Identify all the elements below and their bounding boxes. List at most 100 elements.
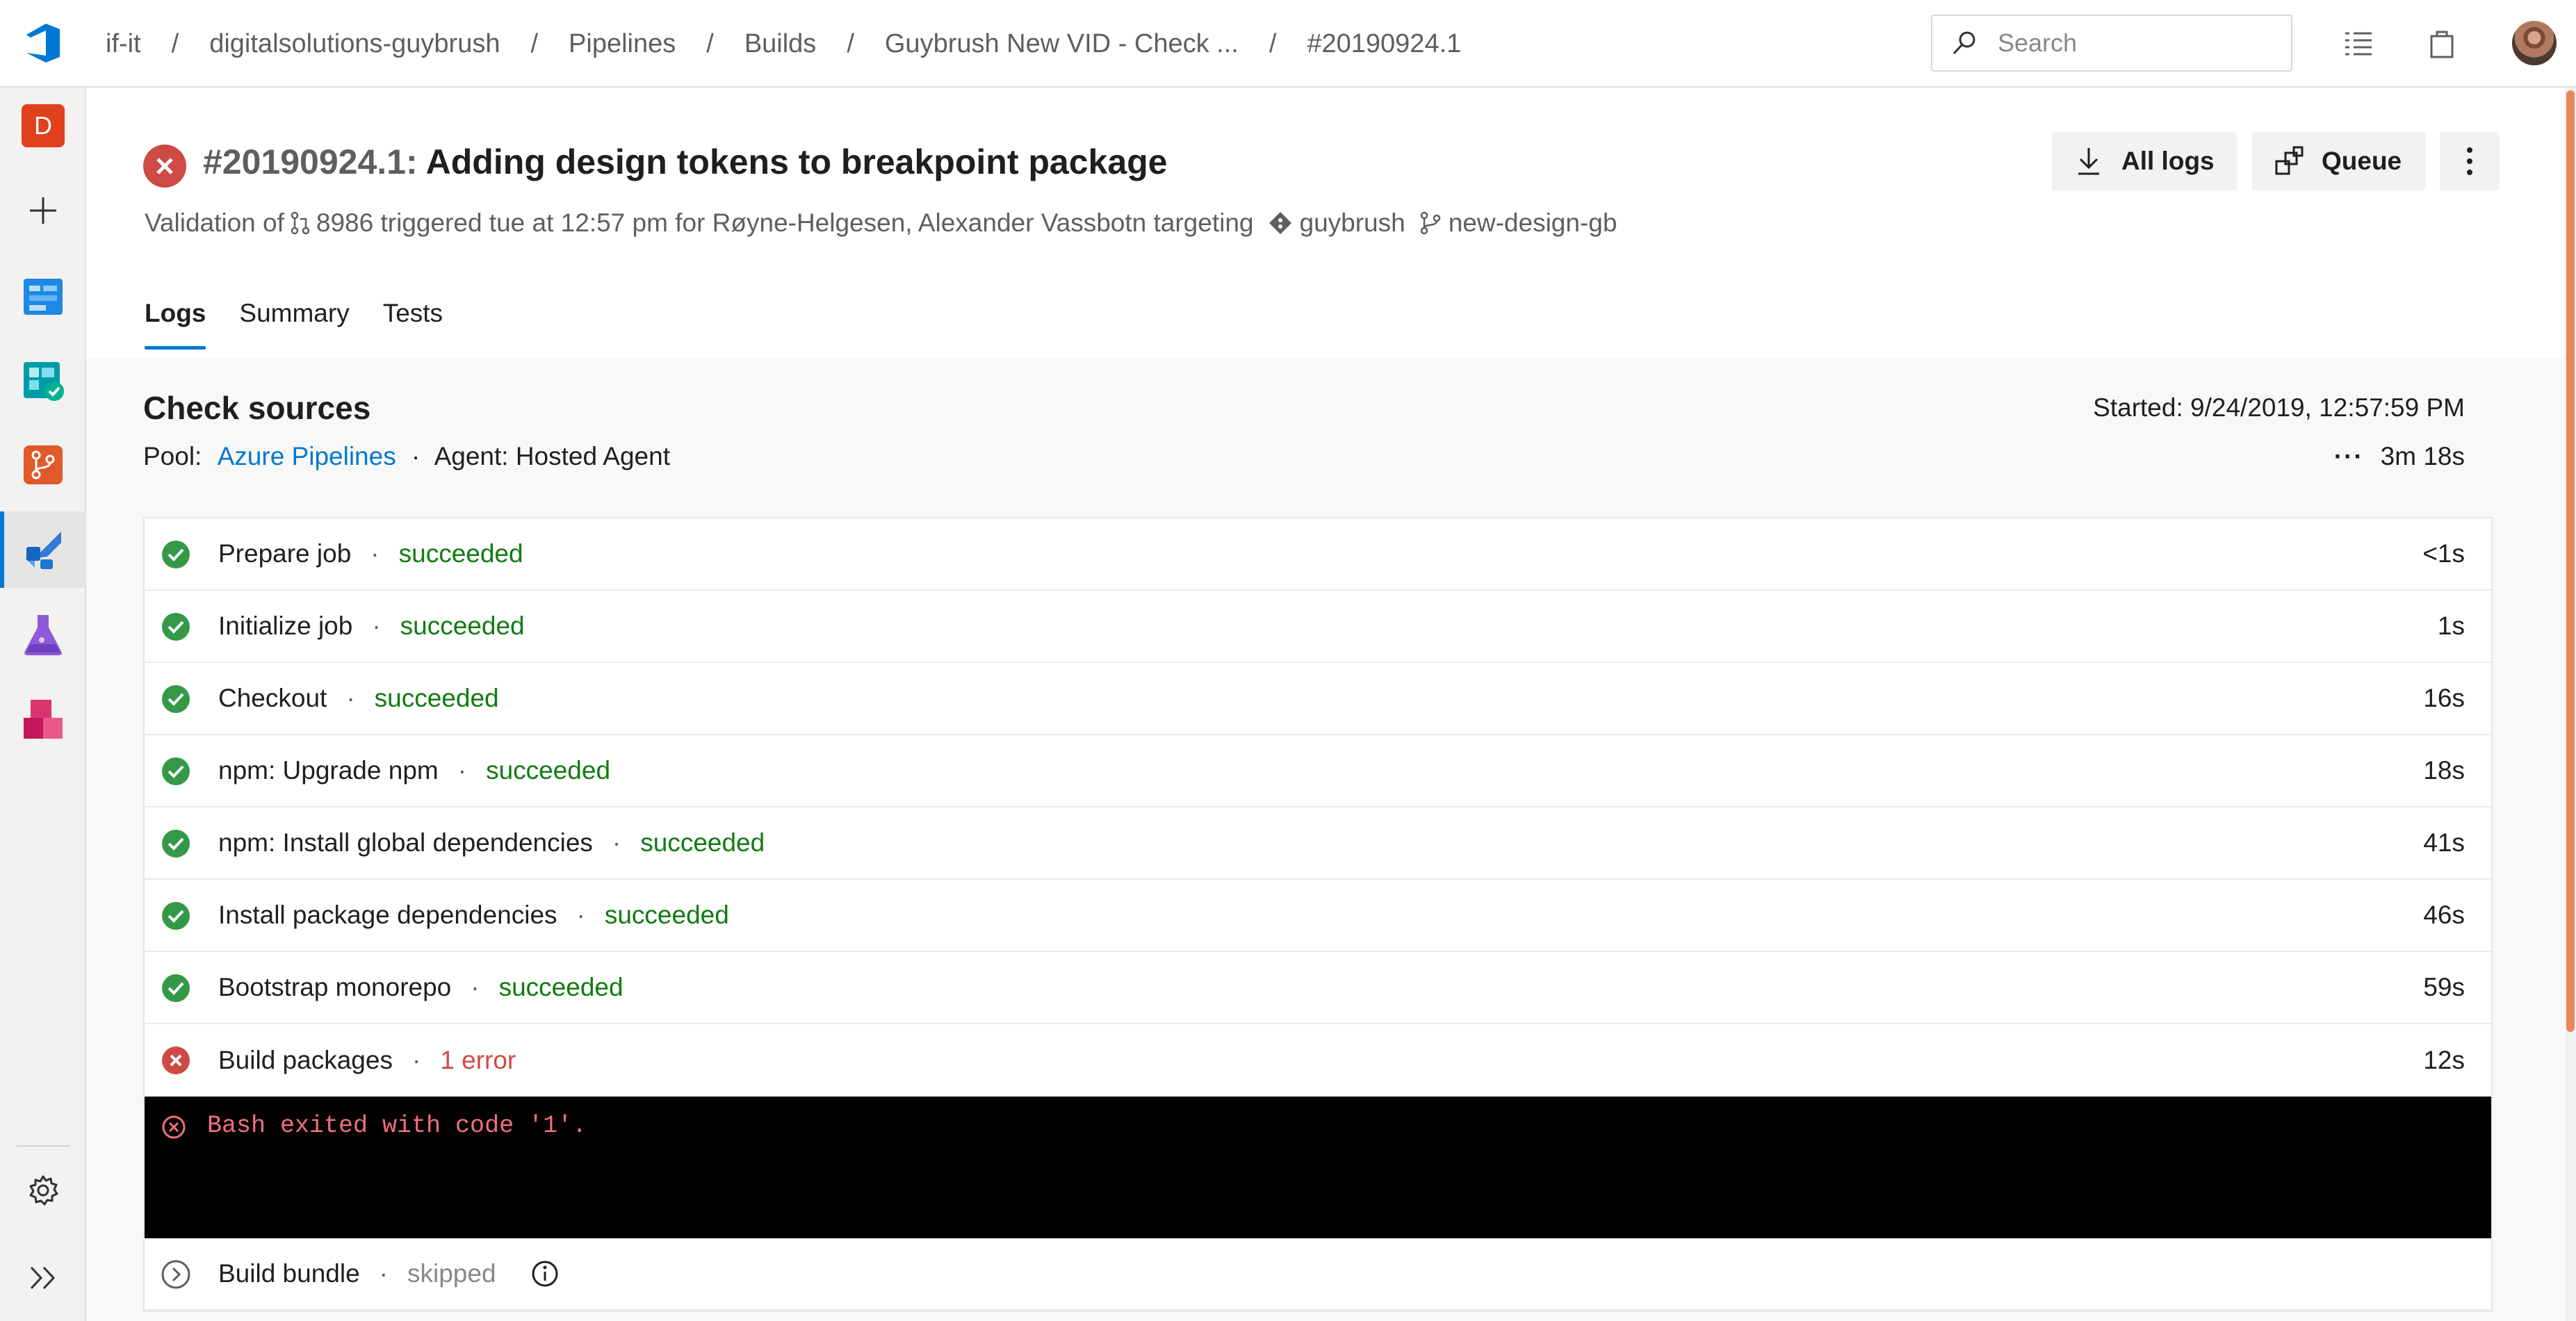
more-vertical-icon xyxy=(2467,147,2472,175)
org-avatar: D xyxy=(22,104,65,147)
step-row[interactable]: Bootstrap monorepo · succeeded 59s xyxy=(145,952,2491,1024)
step-duration: 18s xyxy=(2423,756,2465,785)
breadcrumb-builds[interactable]: Builds xyxy=(744,29,817,59)
success-check-icon xyxy=(162,685,190,713)
separator-dot: · xyxy=(346,684,355,712)
step-row[interactable]: npm: Install global dependencies · succe… xyxy=(145,807,2491,880)
step-name: Build bundle xyxy=(218,1259,360,1288)
subtitle-middle[interactable]: 8986 triggered tue at 12:57 pm for Røyne… xyxy=(316,208,1254,238)
success-check-icon xyxy=(162,757,190,785)
step-duration: 16s xyxy=(2423,684,2465,712)
success-check-icon xyxy=(162,830,190,858)
tab-summary[interactable]: Summary xyxy=(239,299,349,328)
rail-settings[interactable] xyxy=(0,1152,86,1229)
shopping-bag-icon[interactable] xyxy=(2426,28,2458,60)
pool-label: Pool: xyxy=(143,442,202,470)
job-duration: 3m 18s xyxy=(2380,442,2465,470)
gear-icon xyxy=(29,1175,58,1206)
step-row-failed[interactable]: Build packages · 1 error 12s xyxy=(145,1024,2491,1097)
step-duration: 41s xyxy=(2423,828,2465,857)
tab-logs[interactable]: Logs xyxy=(145,299,206,350)
left-nav-rail: D xyxy=(0,88,86,1321)
search-box[interactable] xyxy=(1931,15,2292,72)
console-error-message: Bash exited with code '1'. xyxy=(207,1112,587,1140)
error-x-icon xyxy=(162,1047,190,1074)
tab-bar: Logs Summary Tests xyxy=(145,299,476,350)
rail-artifacts[interactable] xyxy=(0,681,86,757)
step-row[interactable]: Checkout · succeeded 16s xyxy=(145,663,2491,735)
page-title: #20190924.1: Adding design tokens to bre… xyxy=(203,142,1167,182)
console-output[interactable]: Bash exited with code '1'. xyxy=(145,1097,2491,1238)
pool-link[interactable]: Azure Pipelines xyxy=(218,442,396,470)
repos-icon xyxy=(24,445,63,484)
step-state: succeeded xyxy=(374,684,499,712)
boards-icon xyxy=(24,279,63,315)
build-title: Adding design tokens to breakpoint packa… xyxy=(417,142,1168,181)
breadcrumb-separator: / xyxy=(847,28,854,58)
rail-expand[interactable] xyxy=(0,1240,86,1316)
breadcrumb-org[interactable]: if-it xyxy=(106,29,141,59)
agent-label: Agent: Hosted Agent xyxy=(434,442,670,470)
separator-dot: · xyxy=(457,756,467,785)
rail-repos[interactable] xyxy=(0,427,86,503)
step-row[interactable]: Install package dependencies · succeeded… xyxy=(145,880,2491,952)
rail-boards[interactable] xyxy=(0,342,86,418)
breadcrumb-project[interactable]: digitalsolutions-guybrush xyxy=(209,29,500,59)
step-duration: 59s xyxy=(2423,973,2465,1001)
search-input[interactable] xyxy=(1996,28,2263,58)
step-row[interactable]: Initialize job · succeeded 1s xyxy=(145,591,2491,663)
azure-devops-logo-icon[interactable] xyxy=(21,21,65,65)
download-icon xyxy=(2078,148,2099,175)
step-state: succeeded xyxy=(604,901,729,929)
queue-icon xyxy=(2275,146,2304,175)
separator-dot: · xyxy=(411,1046,421,1074)
test-plans-icon xyxy=(24,615,62,655)
all-logs-button[interactable]: All logs xyxy=(2052,132,2237,190)
build-number: #20190924.1: xyxy=(203,142,418,181)
more-actions-button[interactable] xyxy=(2440,132,2500,190)
subtitle-prefix: Validation of xyxy=(145,208,284,237)
success-check-icon xyxy=(162,541,190,568)
step-list: Prepare job · succeeded <1s Initialize j… xyxy=(143,517,2493,1312)
info-icon[interactable] xyxy=(531,1260,559,1288)
tab-tests[interactable]: Tests xyxy=(383,299,443,328)
repo-icon xyxy=(1269,212,1291,234)
console-error-icon xyxy=(162,1115,186,1139)
step-row[interactable]: Prepare job · succeeded <1s xyxy=(145,518,2491,591)
success-check-icon xyxy=(162,902,190,930)
org-switcher[interactable]: D xyxy=(0,88,86,164)
step-row[interactable]: npm: Upgrade npm · succeeded 18s xyxy=(145,735,2491,807)
rail-test-plans[interactable] xyxy=(0,596,86,673)
step-name: Bootstrap monorepo xyxy=(218,973,452,1001)
breadcrumb-pipelines[interactable]: Pipelines xyxy=(569,29,676,59)
breadcrumb-build[interactable]: #20190924.1 xyxy=(1307,29,1461,59)
boards-check-icon xyxy=(24,362,64,401)
success-check-icon xyxy=(162,974,190,1002)
breadcrumb-pipeline[interactable]: Guybrush New VID - Check ... xyxy=(885,29,1239,59)
step-state: skipped xyxy=(407,1259,496,1288)
rail-add[interactable] xyxy=(0,172,86,249)
search-icon xyxy=(1953,31,1975,55)
breadcrumb-separator: / xyxy=(171,28,179,58)
repo-name[interactable]: guybrush xyxy=(1300,208,1405,238)
expand-icon xyxy=(30,1266,56,1290)
step-duration: 12s xyxy=(2423,1046,2465,1074)
step-name: npm: Upgrade npm xyxy=(218,756,439,785)
step-state: succeeded xyxy=(400,612,525,640)
step-duration: 46s xyxy=(2423,901,2465,929)
artifacts-icon xyxy=(24,700,63,739)
pull-request-icon xyxy=(291,211,310,235)
scrollbar-thumb[interactable] xyxy=(2566,90,2575,1032)
queue-button[interactable]: Queue xyxy=(2252,132,2426,190)
build-subtitle: Validation of 8986 triggered tue at 12:5… xyxy=(145,208,1617,238)
step-row-skipped[interactable]: Build bundle · skipped xyxy=(145,1238,2491,1311)
job-more-button[interactable]: ··· xyxy=(2334,442,2364,471)
task-list-icon[interactable] xyxy=(2342,28,2374,60)
rail-overview[interactable] xyxy=(0,257,86,334)
avatar[interactable] xyxy=(2512,21,2557,65)
branch-name[interactable]: new-design-gb xyxy=(1449,208,1617,238)
step-name: Build packages xyxy=(218,1046,393,1074)
job-duration-row: ··· 3m 18s xyxy=(2334,442,2465,471)
step-duration: <1s xyxy=(2422,539,2465,568)
rail-pipelines[interactable] xyxy=(0,511,86,588)
